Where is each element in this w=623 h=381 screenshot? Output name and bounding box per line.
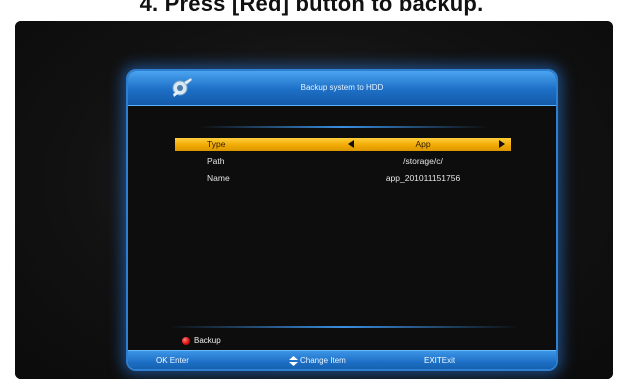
field-row-path[interactable]: Path /storage/c/ xyxy=(175,155,511,168)
red-dot-icon xyxy=(182,337,190,345)
field-row-name[interactable]: Name app_201011151756 xyxy=(175,172,511,185)
backup-label: Backup xyxy=(194,336,221,345)
exit-key: EXIT xyxy=(424,356,442,365)
dialog-title: Backup system to HDD xyxy=(300,83,384,92)
help-bar: OK Enter Change Item EXITExit xyxy=(128,350,556,369)
separator-top xyxy=(198,126,488,128)
change-item-label: Change Item xyxy=(300,356,346,365)
field-label-type: Type xyxy=(207,139,226,149)
exit-label: Exit xyxy=(441,356,456,365)
ok-label: Enter xyxy=(169,356,189,365)
field-row-type[interactable]: Type App xyxy=(175,138,511,151)
field-value-type: App xyxy=(415,139,431,149)
field-value-name: app_201011151756 xyxy=(385,173,461,183)
document-heading: 4. Press [Red] button to backup. xyxy=(139,0,484,16)
field-label-path: Path xyxy=(207,156,225,166)
backup-dialog: Backup system to HDD Type App Path /stor… xyxy=(126,69,558,371)
dialog-titlebar: Backup system to HDD xyxy=(128,71,556,106)
tv-screen: Backup system to HDD Type App Path /stor… xyxy=(15,21,613,379)
help-change-item: Change Item xyxy=(289,351,346,369)
field-value-path: /storage/c/ xyxy=(403,156,443,166)
help-ok: OK Enter xyxy=(156,351,189,369)
field-label-name: Name xyxy=(207,173,230,183)
triangle-right-icon[interactable] xyxy=(499,140,505,148)
separator-bottom xyxy=(168,326,520,328)
ok-key: OK xyxy=(156,356,168,365)
updown-arrows-icon xyxy=(289,356,298,366)
help-exit: EXITExit xyxy=(424,351,456,369)
